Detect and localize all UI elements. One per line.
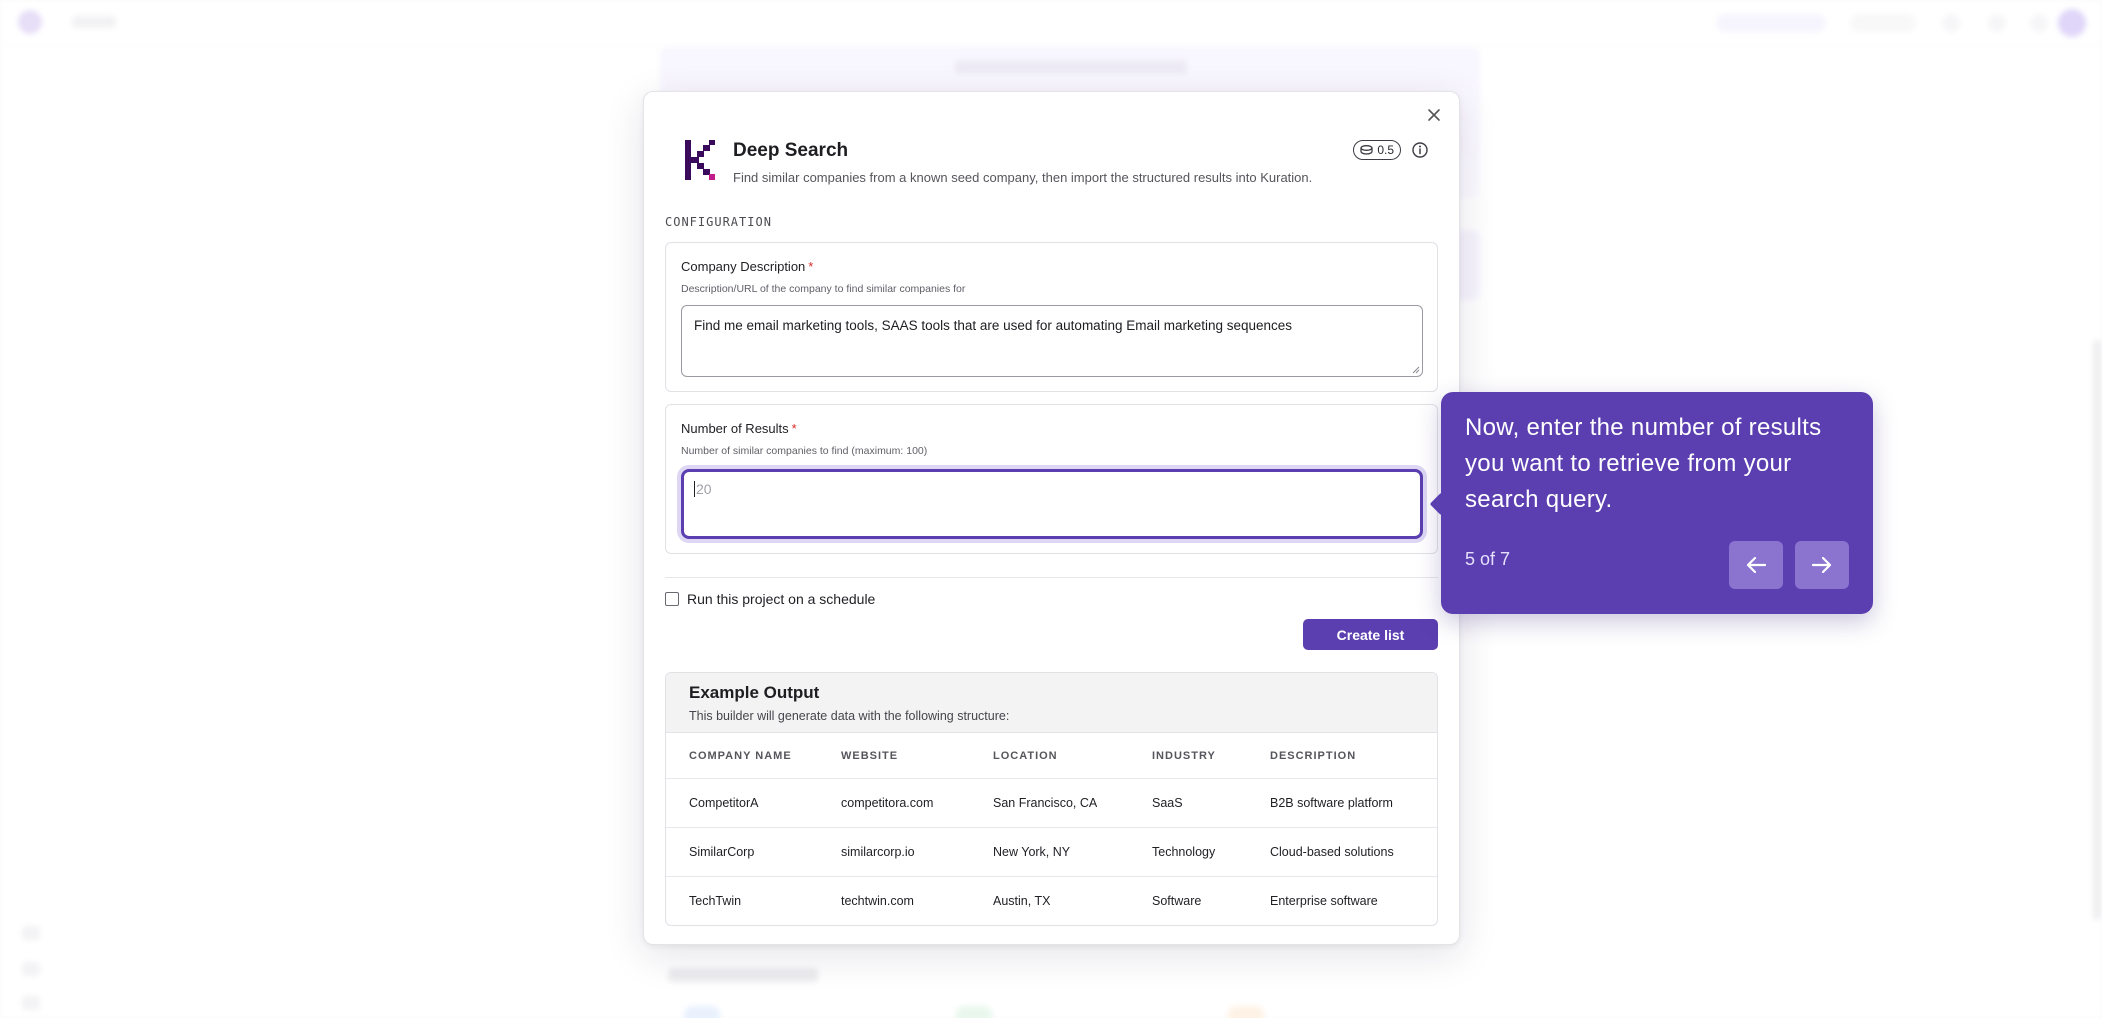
table-row: TechTwin techtwin.com Austin, TX Softwar… (666, 876, 1437, 925)
table-cell: San Francisco, CA (970, 778, 1129, 828)
table-cell: Cloud-based solutions (1247, 827, 1437, 877)
tour-step-counter: 5 of 7 (1465, 549, 1511, 569)
table-row: SimilarCorp similarcorp.io New York, NY … (666, 827, 1437, 877)
number-of-results-placeholder: 20 (696, 481, 712, 497)
modal-subtitle: Find similar companies from a known seed… (733, 170, 1313, 185)
table-cell: SimilarCorp (666, 827, 818, 877)
table-cell: similarcorp.io (818, 827, 970, 877)
tour-tooltip-text: Now, enter the number of results you wan… (1465, 414, 1822, 513)
table-header-row: COMPANY NAME WEBSITE LOCATION INDUSTRY D… (666, 734, 1437, 779)
modal-header: Deep Search Find similar companies from … (685, 140, 1429, 200)
table-cell: Austin, TX (993, 893, 1051, 908)
section-divider (665, 577, 1438, 578)
column-header: DESCRIPTION (1247, 734, 1437, 779)
arrow-right-icon (1811, 556, 1832, 574)
number-of-results-label: Number of Results * (681, 421, 797, 436)
company-description-help: Description/URL of the company to find s… (681, 283, 966, 295)
table-cell: TechTwin (689, 893, 742, 908)
company-description-textarea[interactable]: Find me email marketing tools, SAAS tool… (681, 305, 1423, 377)
schedule-checkbox[interactable] (665, 592, 679, 606)
example-output-subtitle: This builder will generate data with the… (689, 709, 1010, 723)
credit-cost-value: 0.5 (1377, 143, 1394, 157)
create-list-button[interactable]: Create list (1303, 619, 1438, 650)
modal-title: Deep Search (733, 140, 849, 161)
deep-search-modal: Deep Search Find similar companies from … (643, 91, 1460, 945)
example-output-panel: Example Output This builder will generat… (665, 672, 1438, 926)
table-cell: techtwin.com (841, 893, 914, 908)
info-icon[interactable] (1411, 141, 1429, 159)
number-of-results-input[interactable]: 20 (681, 469, 1423, 539)
schedule-label: Run this project on a schedule (687, 591, 876, 607)
table-cell: CompetitorA (666, 778, 818, 828)
number-of-results-card: Number of Results * Number of similar com… (665, 404, 1438, 554)
table-cell: Enterprise software (1270, 893, 1378, 908)
company-description-value: Find me email marketing tools, SAAS tool… (694, 318, 1293, 333)
table-cell: Technology (1129, 827, 1247, 877)
table-cell: competitora.com (818, 778, 970, 828)
required-mark: * (791, 421, 797, 436)
table-cell: Software (1152, 893, 1202, 908)
column-header: INDUSTRY (1129, 734, 1247, 779)
required-mark: * (808, 259, 814, 274)
close-icon (1428, 109, 1440, 121)
column-header: COMPANY NAME (666, 734, 818, 779)
credit-cost-badge: 0.5 (1353, 140, 1401, 160)
example-output-table: COMPANY NAME WEBSITE LOCATION INDUSTRY D… (666, 734, 1437, 925)
column-header: WEBSITE (818, 734, 970, 779)
coin-stack-icon (1360, 145, 1373, 155)
example-output-header: Example Output This builder will generat… (666, 673, 1437, 733)
text-caret (694, 481, 695, 497)
kuration-logo (685, 140, 715, 180)
number-of-results-label-text: Number of Results (681, 421, 789, 436)
column-header: LOCATION (970, 734, 1129, 779)
company-description-label-text: Company Description (681, 259, 806, 274)
tour-previous-button[interactable] (1729, 541, 1783, 589)
table-cell: SaaS (1129, 778, 1247, 828)
tour-next-button[interactable] (1795, 541, 1849, 589)
table-row: CompetitorA competitora.com San Francisc… (666, 778, 1437, 828)
example-output-title: Example Output (689, 683, 820, 702)
resize-handle-icon[interactable] (1410, 364, 1420, 374)
company-description-card: Company Description * Description/URL of … (665, 242, 1438, 392)
schedule-toggle-row[interactable]: Run this project on a schedule (665, 591, 875, 607)
table-cell: B2B software platform (1247, 778, 1437, 828)
company-description-label: Company Description * (681, 259, 813, 274)
configuration-heading: CONFIGURATION (665, 215, 772, 229)
close-button[interactable] (1423, 104, 1445, 126)
tour-tooltip: Now, enter the number of results you wan… (1429, 392, 1873, 614)
number-of-results-help: Number of similar companies to find (max… (681, 445, 928, 457)
arrow-left-icon (1746, 556, 1767, 574)
table-cell: New York, NY (970, 827, 1129, 877)
